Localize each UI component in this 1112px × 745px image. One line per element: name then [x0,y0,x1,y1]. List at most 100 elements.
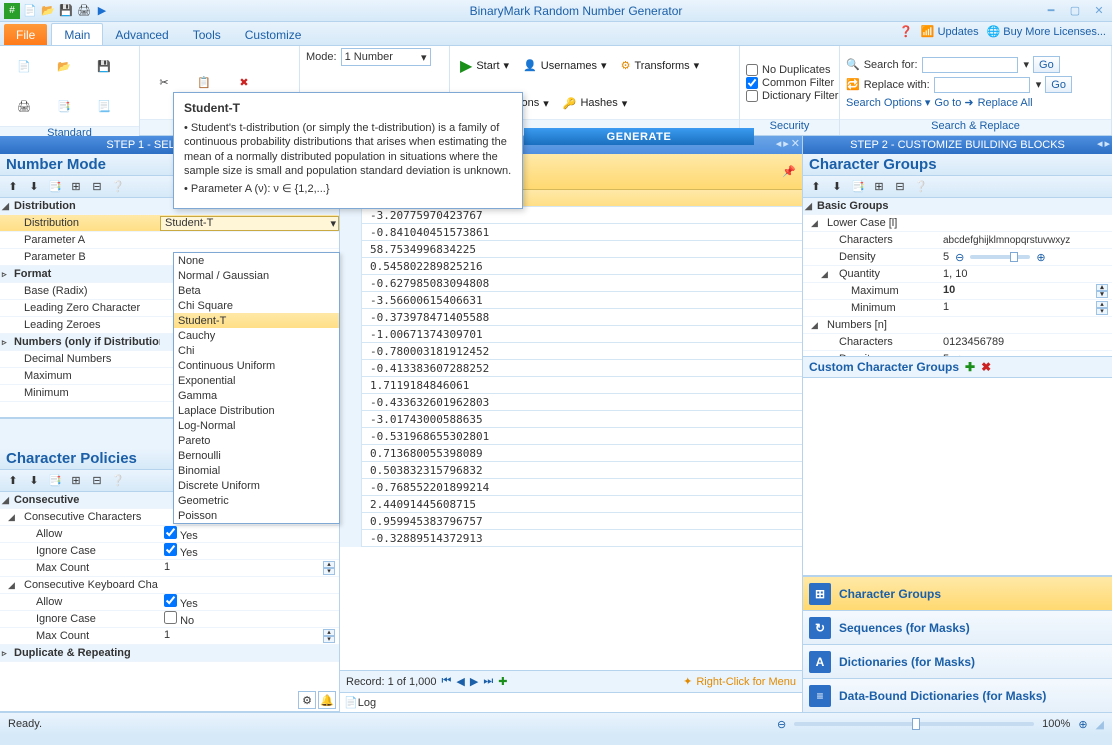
prop-cat-distribution[interactable]: Distribution [0,200,160,212]
tb3-sort-asc-icon[interactable]: ⬆ [807,178,825,196]
qat-new-icon[interactable]: 📄 [22,3,38,19]
result-row[interactable]: -3.20775970423767 [340,207,802,224]
prop-cat-format[interactable]: Format [0,268,160,280]
nav-add-icon[interactable]: ✚ [498,675,507,688]
mid-close-icon[interactable]: ✕ [791,137,800,150]
result-row[interactable]: -0.627985083094808 [340,275,802,292]
tab-customize[interactable]: Customize [233,24,314,45]
cp-consecutive-chars[interactable]: Consecutive Characters [0,511,160,523]
tb-sort-desc-icon[interactable]: ⬇ [25,178,43,196]
no-duplicates-check[interactable]: No Duplicates [746,64,838,76]
usernames-button[interactable]: 👤Usernames▾ [519,57,610,74]
dictionary-filter-check[interactable]: Dictionary Filter [746,90,838,102]
cp-ignore-case[interactable]: Ignore Case Yes [0,543,339,560]
rp-numbers[interactable]: Numbers [n] [803,319,939,331]
hashes-button[interactable]: 🔑Hashes▾ [559,95,632,112]
tb3-sort-desc-icon[interactable]: ⬇ [828,178,846,196]
result-row[interactable]: -0.32889514372913 [340,530,802,547]
dropdown-option[interactable]: Student-T [174,313,339,328]
minimize-icon[interactable]: ━ [1042,4,1060,18]
result-row[interactable]: 0.959945383796757 [340,513,802,530]
rp-cat-basic[interactable]: Basic Groups [803,200,939,212]
prop-param-a[interactable]: Parameter A [0,232,339,249]
result-row[interactable]: -0.373978471405588 [340,309,802,326]
pin-icon[interactable]: 📌 [782,165,796,178]
chevron-down-icon[interactable]: ▾ [330,217,336,230]
minus-icon[interactable]: ⊖ [955,353,964,357]
new-icon[interactable]: 📄 [6,48,42,84]
rp-density[interactable]: Density5⊖⊕ [803,249,1112,266]
tab-file[interactable]: File [4,24,47,45]
dropdown-option[interactable]: Gamma [174,388,339,403]
search-options-button[interactable]: Search Options ▾ [846,96,930,109]
cp-max-count2[interactable]: Max Count1▴▾ [0,628,339,645]
plus-icon[interactable]: ⊕ [1036,251,1045,264]
result-row[interactable]: -0.780003181912452 [340,343,802,360]
nav-last-icon[interactable]: ⏭ [483,675,493,688]
tb-sort-asc-icon[interactable]: ⬆ [4,178,22,196]
dropdown-option[interactable]: Laplace Distribution [174,403,339,418]
mid-prev-icon[interactable]: ◂ [776,137,782,150]
dropdown-option[interactable]: Binomial [174,463,339,478]
cp-allow2[interactable]: Allow Yes [0,594,339,611]
tb2-collapse-icon[interactable]: ⊟ [88,472,106,490]
cp-ignore-case2[interactable]: Ignore Case No [0,611,339,628]
qat-open-icon[interactable]: 📂 [40,3,56,19]
zoom-out-icon[interactable]: ⊖ [777,718,786,731]
updates-link[interactable]: 📶Updates [921,25,979,38]
tb3-expand-icon[interactable]: ⊞ [870,178,888,196]
dropdown-option[interactable]: None [174,253,339,268]
mid-next-icon[interactable]: ▸ [783,137,789,150]
result-row[interactable]: -0.433632601962803 [340,394,802,411]
dropdown-option[interactable]: Bernoulli [174,448,339,463]
zoom-in-icon[interactable]: ⊕ [1078,718,1087,731]
tb3-help-icon[interactable]: ❔ [912,178,930,196]
replace-go-button[interactable]: Go [1045,76,1072,93]
acc-character-groups[interactable]: ⊞Character Groups [803,576,1112,610]
bell-icon[interactable]: 🔔 [318,691,336,709]
qat-print-icon[interactable]: 🖨 [76,3,92,19]
acc-databound[interactable]: ≡Data-Bound Dictionaries (for Masks) [803,678,1112,712]
result-row[interactable]: 1.7119184846061 [340,377,802,394]
result-row[interactable]: 0.503832315796832 [340,462,802,479]
result-row[interactable]: -0.531968655302801 [340,428,802,445]
mode-select[interactable]: 1 Number▾ [341,48,431,66]
tb-cat-icon[interactable]: 📑 [46,178,64,196]
result-row[interactable]: -3.56600615406631 [340,292,802,309]
search-input[interactable] [922,57,1018,73]
rp-density2[interactable]: Density5⊖ [803,351,1112,356]
maximize-icon[interactable]: ▢ [1066,4,1084,18]
dropdown-option[interactable]: Beta [174,283,339,298]
save-icon[interactable]: 💾 [86,48,122,84]
log-label[interactable]: Log [358,697,376,709]
result-row[interactable]: -1.00671374309701 [340,326,802,343]
generate-button[interactable]: GENERATE [524,128,754,145]
step2-next-icon[interactable]: ▸ [1104,137,1110,150]
tb2-help-icon[interactable]: ❔ [109,472,127,490]
tb-collapse-icon[interactable]: ⊟ [88,178,106,196]
tab-tools[interactable]: Tools [181,24,233,45]
tab-main[interactable]: Main [51,23,103,45]
rp-lower[interactable]: Lower Case [l] [803,217,939,229]
add-icon[interactable]: ✚ [965,360,975,374]
tb3-collapse-icon[interactable]: ⊟ [891,178,909,196]
distribution-dropdown[interactable]: NoneNormal / GaussianBetaChi SquareStude… [173,252,340,524]
resize-grip-icon[interactable]: ◢ [1096,718,1104,731]
dropdown-option[interactable]: Normal / Gaussian [174,268,339,283]
search-go-button[interactable]: Go [1033,56,1060,73]
tb2-sort-asc-icon[interactable]: ⬆ [4,472,22,490]
result-row[interactable]: -0.768552201899214 [340,479,802,496]
result-row[interactable]: -0.841040451573861 [340,224,802,241]
prop-distribution[interactable]: DistributionStudent-T▾ [0,215,339,232]
transforms-button[interactable]: ⚙Transforms▾ [617,57,704,74]
help-icon[interactable]: ❓ [899,25,913,38]
tb2-cat-icon[interactable]: 📑 [46,472,64,490]
dropdown-option[interactable]: Poisson [174,508,339,523]
print-icon[interactable]: 🖨 [6,88,42,124]
cp-allow[interactable]: Allow Yes [0,526,339,543]
open-icon[interactable]: 📂 [46,48,82,84]
remove-icon[interactable]: ✖ [981,360,991,374]
close-icon[interactable]: ✕ [1090,4,1108,18]
dropdown-option[interactable]: Exponential [174,373,339,388]
prop-cat-numbers[interactable]: Numbers (only if Distribution [0,336,160,348]
